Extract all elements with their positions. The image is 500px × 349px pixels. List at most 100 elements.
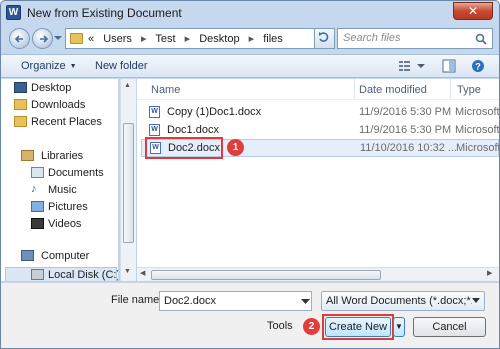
- scroll-right-icon[interactable]: ▶: [487, 269, 492, 277]
- title-bar: W New from Existing Document ✕: [1, 1, 499, 25]
- scroll-left-icon[interactable]: ◀: [140, 269, 145, 277]
- nav-item-desktop[interactable]: Desktop: [14, 82, 72, 94]
- videos-icon: [31, 218, 44, 229]
- tools-menu[interactable]: Tools: [267, 320, 293, 332]
- file-row[interactable]: W Doc1.docx 11/9/2016 5:30 PM Microsoft: [141, 122, 499, 138]
- search-box[interactable]: Search files: [337, 28, 493, 49]
- refresh-button[interactable]: [315, 28, 335, 49]
- dropdown-arrow-icon: ▼: [69, 62, 77, 70]
- cancel-button[interactable]: Cancel: [413, 317, 486, 337]
- file-name-dropdown-icon[interactable]: [299, 291, 312, 311]
- nav-item-pictures[interactable]: Pictures: [31, 201, 88, 213]
- annotation-highlight-button: [322, 314, 394, 340]
- search-placeholder: Search files: [343, 32, 401, 44]
- nav-label: Recent Places: [31, 116, 102, 128]
- navigation-pane: Desktop Downloads Recent Places Librarie…: [1, 79, 119, 281]
- horizontal-scrollbar[interactable]: ◀ ▶: [137, 267, 499, 281]
- music-icon: ♪: [31, 184, 44, 195]
- column-header-type[interactable]: Type: [451, 79, 499, 99]
- file-list: Name Date modified Type W Copy (1)Doc1.d…: [137, 79, 499, 281]
- nav-item-recent-places[interactable]: Recent Places: [14, 116, 102, 128]
- organize-label: Organize: [21, 60, 66, 72]
- nav-label: Desktop: [31, 82, 72, 94]
- computer-icon: [21, 250, 34, 261]
- nav-label: Libraries: [41, 150, 84, 162]
- forward-arrow-icon: [40, 35, 49, 43]
- disk-drive-icon: [31, 269, 44, 280]
- history-dropdown-icon[interactable]: [54, 34, 62, 42]
- desktop-icon: [14, 82, 27, 93]
- dialog-window: W New from Existing Document ✕ « Users ▸…: [0, 0, 500, 349]
- nav-item-libraries[interactable]: Libraries: [21, 150, 84, 162]
- nav-item-music[interactable]: ♪ Music: [31, 184, 77, 196]
- chevron-right-icon[interactable]: ▸: [141, 33, 147, 45]
- preview-pane-icon[interactable]: [442, 59, 456, 73]
- command-toolbar: Organize ▼ New folder ?: [1, 54, 499, 78]
- word-document-icon: W: [149, 106, 160, 118]
- breadcrumb-desktop[interactable]: Desktop: [199, 33, 239, 45]
- file-date: 11/10/2016 10:32 ...: [360, 142, 458, 154]
- documents-icon: [31, 167, 44, 178]
- file-name-label: File name:: [111, 294, 163, 306]
- file-name: Copy (1)Doc1.docx: [167, 106, 262, 118]
- breadcrumb-test[interactable]: Test: [155, 33, 175, 45]
- nav-item-local-disk[interactable]: Local Disk (C:): [31, 269, 118, 281]
- search-icon[interactable]: [475, 33, 487, 45]
- nav-item-videos[interactable]: Videos: [31, 218, 82, 230]
- back-arrow-icon: [14, 35, 23, 43]
- chevron-down-icon: [472, 298, 480, 303]
- file-name-value: Doc2.docx: [164, 295, 216, 307]
- nav-label: Downloads: [31, 99, 86, 111]
- column-header-date[interactable]: Date modified: [355, 79, 451, 99]
- file-date: 11/9/2016 5:30 PM: [359, 106, 452, 118]
- help-icon[interactable]: ?: [471, 59, 485, 73]
- refresh-icon: [319, 32, 329, 42]
- file-name: Doc1.docx: [167, 124, 219, 136]
- file-row[interactable]: W Copy (1)Doc1.docx 11/9/2016 5:30 PM Mi…: [141, 104, 499, 120]
- chevron-right-icon[interactable]: ▸: [185, 33, 191, 45]
- scroll-down-icon[interactable]: ▼: [124, 268, 131, 275]
- breadcrumb-files[interactable]: files: [263, 33, 283, 45]
- chevron-right-icon[interactable]: ▸: [249, 33, 255, 45]
- h-scroll-thumb[interactable]: [151, 270, 381, 280]
- nav-label: Music: [48, 184, 77, 196]
- annotation-highlight-file: [145, 137, 223, 159]
- close-button[interactable]: ✕: [453, 2, 493, 20]
- views-menu-icon[interactable]: [398, 59, 426, 73]
- recent-places-icon: [14, 116, 27, 127]
- nav-scrollbar[interactable]: ▲ ▼: [120, 79, 136, 281]
- file-type: Microsoft: [455, 124, 499, 136]
- nav-label: Computer: [41, 250, 90, 262]
- libraries-icon: [21, 150, 34, 161]
- file-type-filter-value: All Word Documents (*.docx;*.doc: [326, 295, 472, 307]
- address-bar[interactable]: « Users ▸ Test ▸ Desktop ▸ files: [65, 28, 367, 49]
- back-button[interactable]: [9, 28, 30, 49]
- scroll-up-icon[interactable]: ▲: [124, 82, 131, 89]
- header-divider: [137, 99, 499, 100]
- file-type: Microsoft: [456, 142, 499, 154]
- pictures-icon: [31, 201, 44, 212]
- forward-button[interactable]: [32, 28, 53, 49]
- nav-item-downloads[interactable]: Downloads: [14, 99, 86, 111]
- breadcrumb-overflow[interactable]: «: [88, 33, 94, 45]
- create-options-dropdown[interactable]: ▼: [393, 317, 405, 337]
- bottom-panel: File name: Doc2.docx All Word Documents …: [1, 282, 499, 348]
- nav-item-documents[interactable]: Documents: [31, 167, 104, 179]
- nav-label: Videos: [48, 218, 82, 230]
- step-badge-2: 2: [303, 318, 320, 335]
- new-folder-button[interactable]: New folder: [95, 60, 148, 72]
- organize-menu[interactable]: Organize ▼: [21, 60, 77, 72]
- step-badge-1: 1: [227, 139, 244, 156]
- column-header-name[interactable]: Name: [137, 79, 355, 99]
- downloads-folder-icon: [14, 99, 27, 110]
- file-type-filter[interactable]: All Word Documents (*.docx;*.doc: [321, 291, 485, 311]
- file-date: 11/9/2016 5:30 PM: [359, 124, 452, 136]
- address-row: « Users ▸ Test ▸ Desktop ▸ files Search …: [1, 26, 499, 52]
- nav-label: Pictures: [48, 201, 88, 213]
- file-type: Microsoft: [455, 106, 499, 118]
- file-name-field[interactable]: Doc2.docx: [159, 291, 312, 311]
- scroll-thumb[interactable]: [123, 123, 134, 243]
- breadcrumb-users[interactable]: Users: [103, 33, 132, 45]
- nav-item-computer[interactable]: Computer: [21, 250, 90, 262]
- word-app-icon: W: [6, 5, 21, 20]
